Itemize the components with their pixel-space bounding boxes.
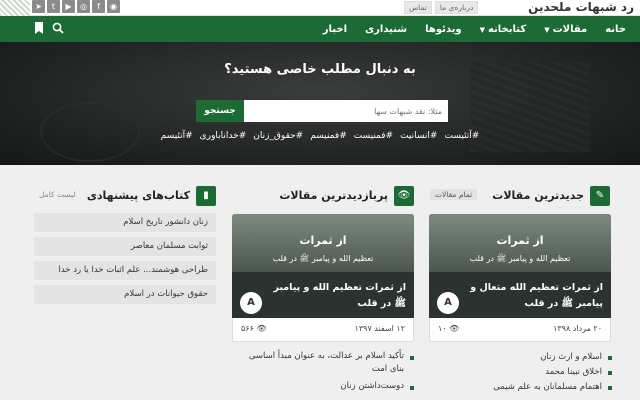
rss-icon[interactable]: ◉ [107,0,120,13]
top-bar: ◉ f ◎ ▶ t ➤ درباره‌ی ما تماس رد شبهات مل… [0,0,640,16]
tag-link[interactable]: #خداناباوری [200,131,247,141]
tag-link[interactable]: #فمنیست [354,131,393,141]
section-title: جدیدترین مقالات [492,189,584,202]
facebook-icon[interactable]: f [92,0,105,13]
header-pattern [0,0,30,16]
popular-articles-header: 👁 پربازدیدترین مقالات [232,186,414,208]
youtube-icon[interactable]: ▶ [62,0,75,13]
social-links: ◉ f ◎ ▶ t ➤ [32,0,120,14]
telegram-icon[interactable]: ➤ [32,0,45,13]
article-title[interactable]: از ثمرات تعظیم الله و پیامبر ﷺ در قلب [268,280,406,312]
list-item[interactable]: اهتمام مسلمانان به علم شیمی [428,380,612,395]
chevron-down-icon: ▼ [544,25,550,34]
full-list-link[interactable]: لیست کامل [34,189,81,200]
article-thumbnail: از ثمرات تعظیم الله و پیامبر ﷺ در قلب [429,214,611,272]
thumbnail-subtitle: تعظیم الله و پیامبر ﷺ در قلب [469,254,571,263]
thumbnail-title: از ثمرات [299,234,347,247]
section-title: کتاب‌های پیشنهادی [86,189,190,202]
tag-link[interactable]: #انسانیت [400,131,437,141]
article-meta: ۲۰ مرداد ۱۳۹۸ 👁 ۱۰ [429,318,611,342]
pencil-icon: ✎ [590,186,610,206]
eye-icon: 👁 [256,324,267,333]
book-icon: ▮ [196,186,216,206]
search-input[interactable] [244,100,448,122]
section-title: پربازدیدترین مقالات [279,189,388,202]
nav-item-videos[interactable]: ویدئوها [425,24,461,35]
list-item[interactable]: تأکید اسلام بر عدالت، به عنوان مبدأ اساس… [232,350,414,376]
nav-item-library[interactable]: کتابخانه▼ [480,24,527,35]
latest-articles-list: اسلام و ارث زنان اخلاق نبینا محمد اهتمام… [428,350,612,395]
eye-icon: 👁 [449,324,460,333]
nav-item-home[interactable]: خانه [605,24,626,35]
top-links: درباره‌ی ما تماس [404,1,514,14]
site-logo-icon: A [437,292,459,314]
search-form: جستجو [196,100,448,122]
tag-link[interactable]: #آتئیسم [161,131,193,141]
book-item[interactable]: ثوابت مسلمان معاصر [34,237,216,256]
article-thumbnail: از ثمرات تعظیم الله و پیامبر ﷺ در قلب [232,214,414,272]
nav-item-articles[interactable]: مقالات▼ [544,24,587,35]
article-date: ۱۲ اسفند ۱۳۹۷ [354,324,405,333]
article-date: ۲۰ مرداد ۱۳۹۸ [553,324,602,333]
chevron-down-icon: ▼ [479,25,485,34]
book-item[interactable]: حقوق حیوانات در اسلام [34,285,216,304]
list-item[interactable]: اسلام و ارث زنان [428,350,612,365]
nav-tools [34,22,64,34]
nav-item-audio[interactable]: شنیداری [365,24,407,35]
tag-link[interactable]: #حقوق_زنان [253,131,303,141]
main-nav: خانه مقالات▼ کتابخانه▼ ویدئوها شنیداری ا… [0,16,640,42]
tag-link[interactable]: #آتئیست [444,131,479,141]
all-articles-link[interactable]: تمام مقالات [430,189,478,200]
search-icon[interactable] [52,22,64,34]
hero-search: به دنبال مطلب خاصی هستید؟ جستجو #آتئیست … [0,42,640,165]
site-logo[interactable]: رد شبهات ملحدین [528,0,634,16]
view-count: 👁 ۱۰ [438,324,460,333]
latest-articles-header: ✎ جدیدترین مقالات تمام مقالات [430,186,610,208]
article-card[interactable]: از ثمرات تعظیم الله و پیامبر ﷺ در قلب از… [429,214,611,342]
instagram-icon[interactable]: ◎ [77,0,90,13]
tag-list: #آتئیست #انسانیت #فمنیست #فمنیسم #حقوق_ز… [0,131,640,141]
site-logo-icon: A [240,292,262,314]
thumbnail-subtitle: تعظیم الله و پیامبر ﷺ در قلب [272,254,374,263]
list-item[interactable]: دوست‌داشتن زنان [232,380,414,393]
article-title[interactable]: از ثمرات تعظیم الله متعال و پیامبر ﷺ در … [465,280,603,312]
search-button[interactable]: جستجو [196,100,244,122]
book-item[interactable]: طراحی هوشمند... علم اثبات خدا یا رد خدا [34,261,216,280]
hero-title: به دنبال مطلب خاصی هستید؟ [224,62,416,77]
about-link[interactable]: درباره‌ی ما [434,1,479,14]
book-item[interactable]: زنان دانشور تاریخ اسلام [34,213,216,232]
eye-icon: 👁 [394,186,414,206]
contact-link[interactable]: تماس [404,1,432,14]
bookmark-icon[interactable] [34,22,44,34]
article-meta: ۱۲ اسفند ۱۳۹۷ 👁 ۵۶۶ [232,318,414,342]
view-count: 👁 ۵۶۶ [241,324,267,333]
books-header: ▮ کتاب‌های پیشنهادی لیست کامل [34,186,216,208]
popular-articles-list: تأکید اسلام بر عدالت، به عنوان مبدأ اساس… [232,350,414,397]
list-item[interactable]: اخلاق نبینا محمد [428,365,612,380]
thumbnail-title: از ثمرات [496,234,544,247]
article-card[interactable]: از ثمرات تعظیم الله و پیامبر ﷺ در قلب از… [232,214,414,342]
nav-item-news[interactable]: اخبار [323,24,347,35]
twitter-icon[interactable]: t [47,0,60,13]
books-list: زنان دانشور تاریخ اسلام ثوابت مسلمان معا… [34,213,216,309]
tag-link[interactable]: #فمنیسم [310,131,347,141]
